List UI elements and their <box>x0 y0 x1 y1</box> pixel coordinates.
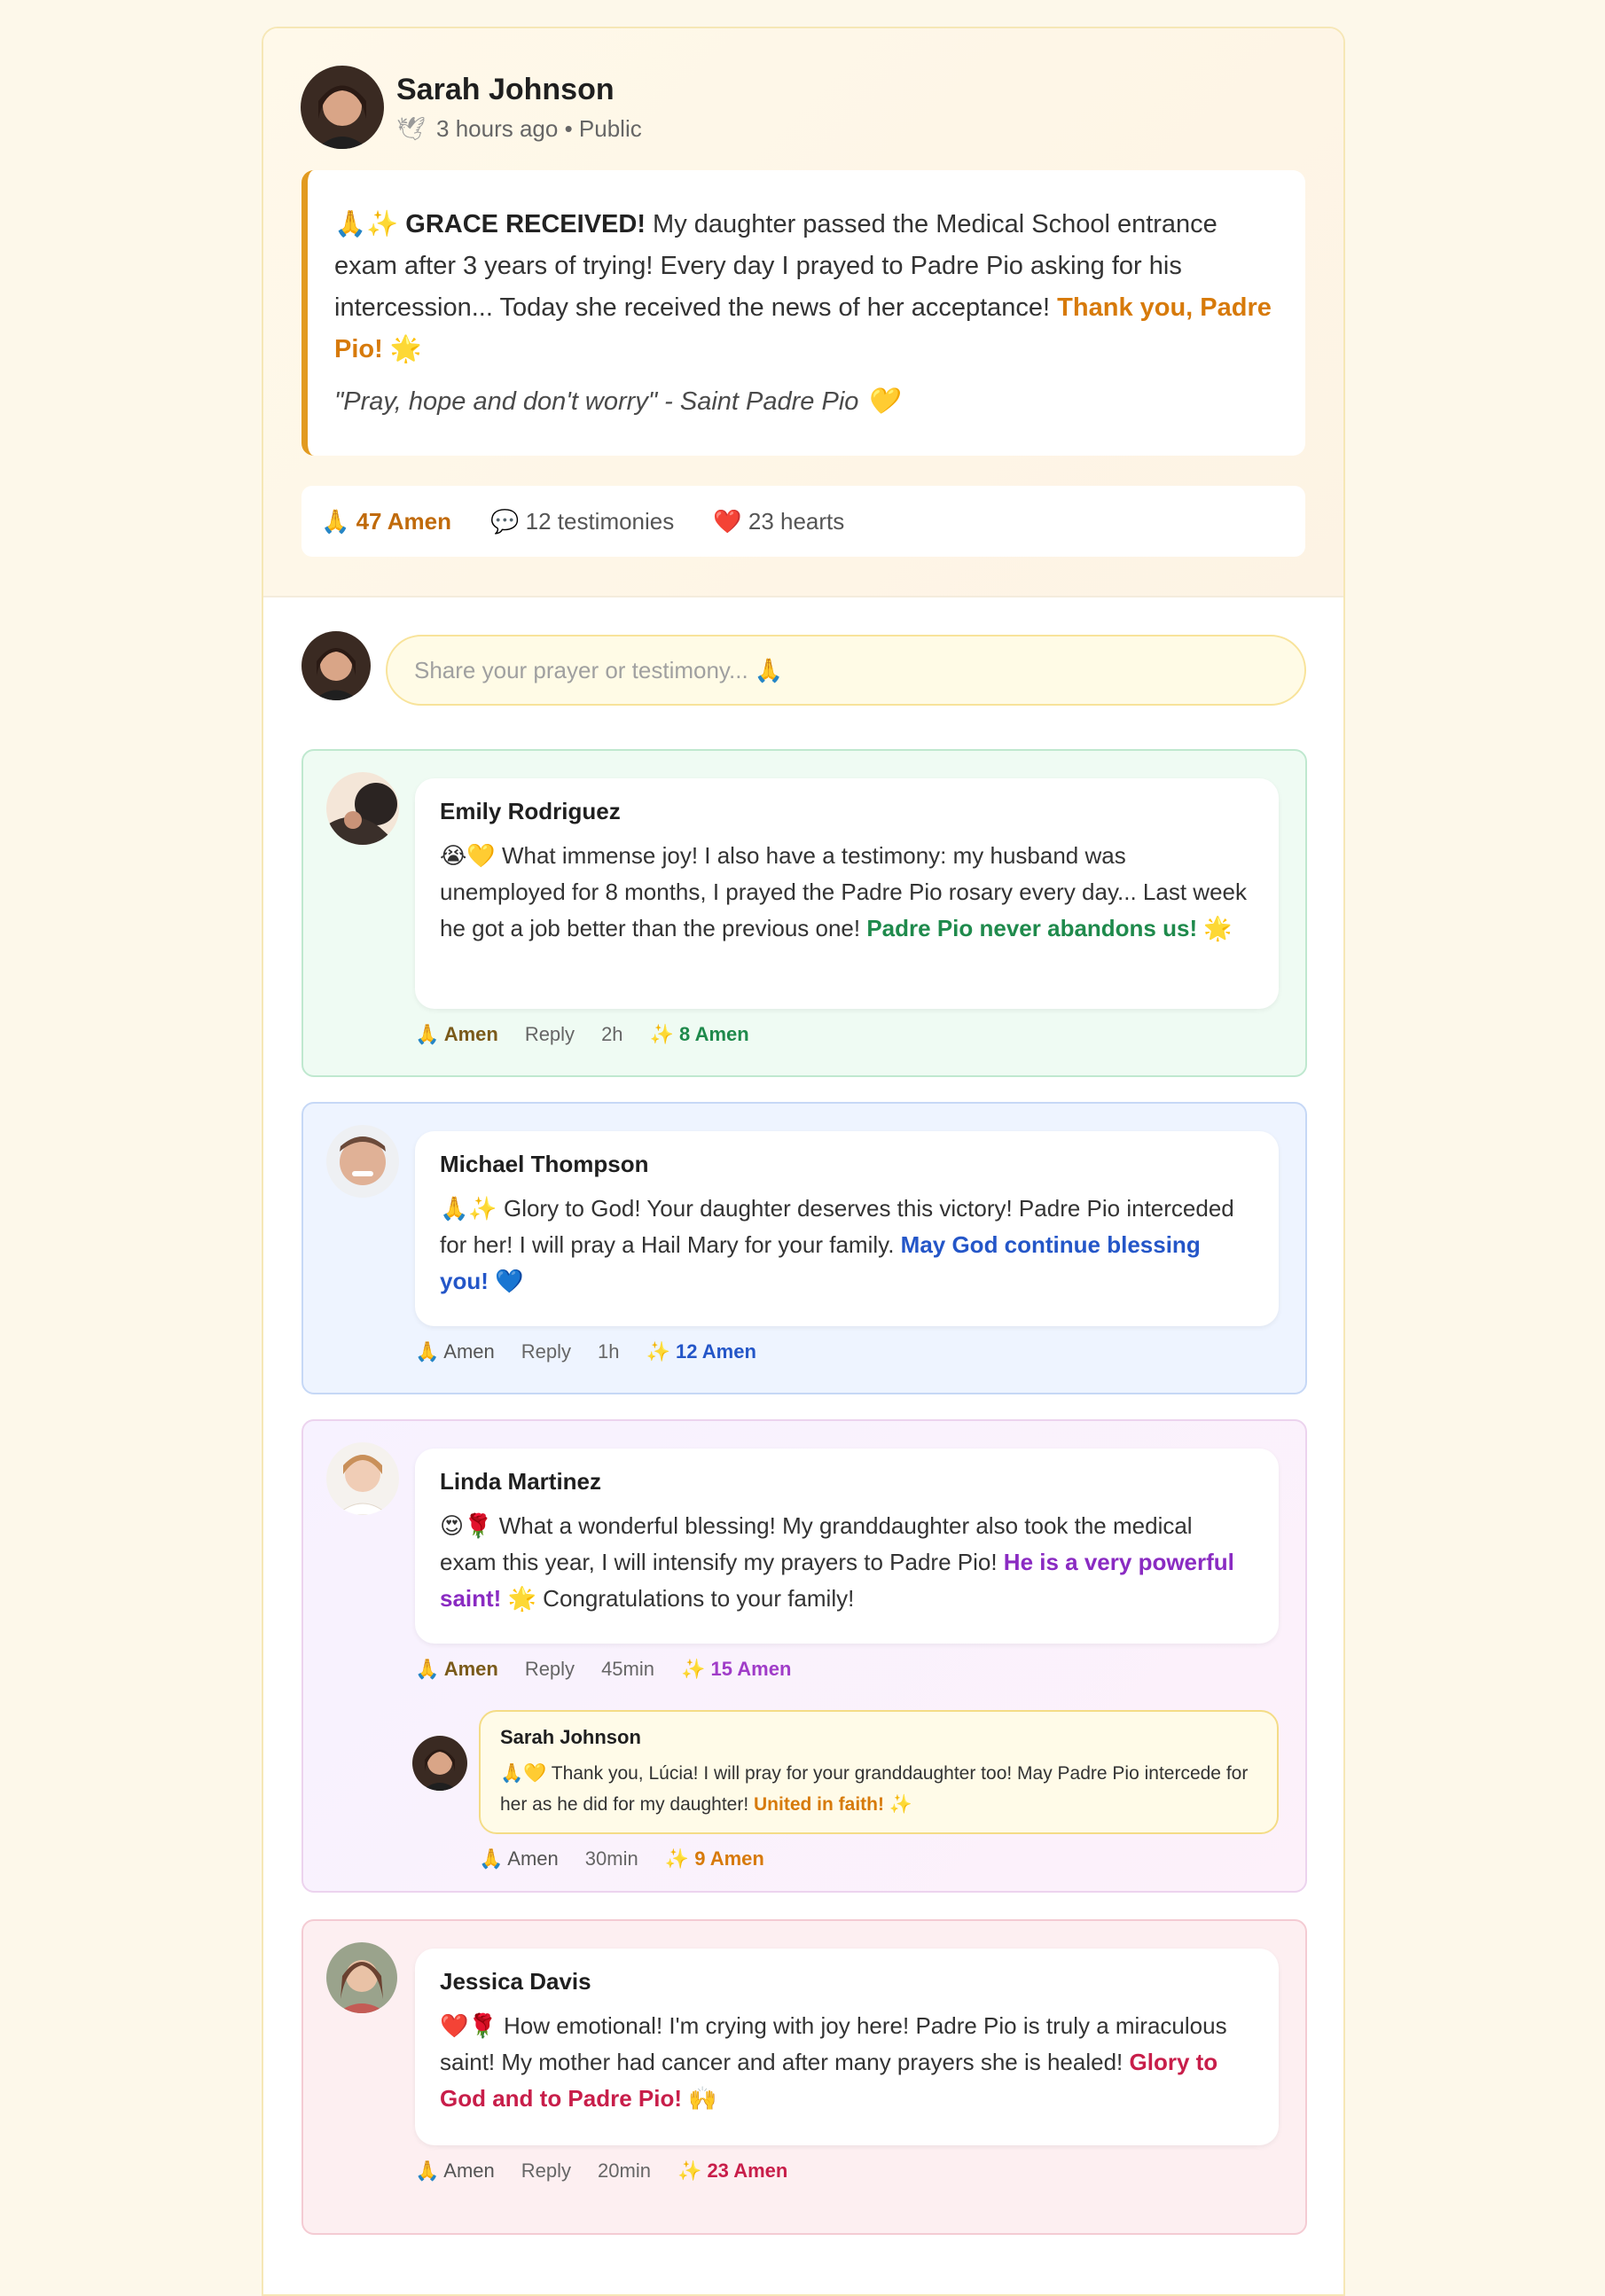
comment-card: Linda Martinez 😍🌹 What a wonderful bless… <box>301 1419 1307 1893</box>
comment-bubble: Emily Rodriguez 😭💛 What immense joy! I a… <box>415 778 1279 1009</box>
reply-button[interactable]: Reply <box>521 2159 571 2183</box>
post-headline: GRACE RECEIVED! <box>405 210 646 238</box>
comment-text: ❤️🌹 How emotional! I'm crying with joy h… <box>440 2012 1227 2112</box>
amen-total: ✨ 15 Amen <box>680 1658 792 1680</box>
post-visibility: Public <box>578 115 642 142</box>
comment-actions: 🙏 Amen Reply 45min ✨ 15 Amen <box>415 1658 791 1681</box>
dove-icon: 🕊 <box>396 115 427 142</box>
reply-button[interactable]: Reply <box>525 1023 575 1046</box>
comment-card: Jessica Davis ❤️🌹 How emotional! I'm cry… <box>301 1919 1307 2235</box>
comment-bubble: Jessica Davis ❤️🌹 How emotional! I'm cry… <box>415 1948 1279 2145</box>
post-stats: 🙏 47 Amen 💬 12 testimonies ❤️ 23 hearts <box>301 486 1305 557</box>
comment-card: Emily Rodriguez 😭💛 What immense joy! I a… <box>301 749 1307 1077</box>
reply-time: 30min <box>584 1847 638 1870</box>
amen-total: ✨ 23 Amen <box>677 2159 788 2182</box>
comment-input[interactable]: Share your prayer or testimony... 🙏 <box>386 635 1306 706</box>
post-text: 🙏✨ GRACE RECEIVED! My daughter passed th… <box>334 210 1272 363</box>
reply-button[interactable]: Reply <box>525 1658 575 1681</box>
author-name[interactable]: Sarah Johnson <box>396 73 615 107</box>
comment-actions: 🙏 Amen Reply 2h ✨ 8 Amen <box>415 1023 749 1046</box>
comment-text: 😍🌹 What a wonderful blessing! My grandda… <box>440 1512 1234 1612</box>
commenter-avatar[interactable] <box>326 1442 399 1515</box>
commenter-name[interactable]: Michael Thompson <box>440 1151 1254 1178</box>
commenter-name[interactable]: Linda Martinez <box>440 1468 1254 1496</box>
comment-card: Michael Thompson 🙏✨ Glory to God! Your d… <box>301 1102 1307 1394</box>
reply-actions: 🙏 Amen 30min ✨ 9 Amen <box>479 1847 764 1870</box>
comment-time: 1h <box>598 1340 620 1363</box>
post-quote: "Pray, hope and don't worry" - Saint Pad… <box>334 387 898 416</box>
reply-text: 🙏💛 Thank you, Lúcia! I will pray for you… <box>500 1763 1249 1815</box>
post-body: 🙏✨ GRACE RECEIVED! My daughter passed th… <box>301 170 1305 456</box>
current-user-avatar <box>301 631 371 700</box>
hearts-count[interactable]: ❤️ 23 hearts <box>713 508 844 535</box>
comment-bubble: Linda Martinez 😍🌹 What a wonderful bless… <box>415 1449 1279 1644</box>
author-avatar[interactable] <box>301 66 384 149</box>
amen-button[interactable]: 🙏 Amen <box>415 2159 495 2183</box>
comment-time: 2h <box>601 1023 623 1045</box>
amen-total: ✨ 8 Amen <box>649 1023 749 1045</box>
post-meta: 🕊 3 hours ago • Public <box>396 115 642 142</box>
commenter-avatar[interactable] <box>326 1942 397 2013</box>
amen-count[interactable]: 🙏 47 Amen <box>321 508 451 535</box>
testimonies-count[interactable]: 💬 12 testimonies <box>490 508 674 535</box>
commenter-name[interactable]: Jessica Davis <box>440 1968 1254 1995</box>
reply-button[interactable]: Reply <box>521 1340 571 1363</box>
commenter-name[interactable]: Emily Rodriguez <box>440 798 1254 825</box>
amen-button[interactable]: 🙏 Amen <box>415 1023 498 1046</box>
reply-avatar[interactable] <box>412 1736 467 1791</box>
comment-bubble: Michael Thompson 🙏✨ Glory to God! Your d… <box>415 1131 1279 1326</box>
comment-text: 🙏✨ Glory to God! Your daughter deserves … <box>440 1195 1234 1294</box>
comment-time: 45min <box>601 1658 654 1680</box>
amen-total: ✨ 9 Amen <box>664 1847 764 1870</box>
comment-actions: 🙏 Amen Reply 1h ✨ 12 Amen <box>415 1340 756 1363</box>
post-time: 3 hours ago <box>436 115 559 142</box>
commenter-avatar[interactable] <box>326 772 399 845</box>
comment-text: 😭💛 What immense joy! I also have a testi… <box>440 842 1247 941</box>
comment-actions: 🙏 Amen Reply 20min ✨ 23 Amen <box>415 2159 787 2183</box>
amen-total: ✨ 12 Amen <box>646 1340 756 1363</box>
reply-bubble: Sarah Johnson 🙏💛 Thank you, Lúcia! I wil… <box>479 1710 1279 1834</box>
amen-button[interactable]: 🙏 Amen <box>415 1658 498 1681</box>
post-header: Sarah Johnson 🕊 3 hours ago • Public 🙏✨ G… <box>263 28 1343 597</box>
amen-button[interactable]: 🙏 Amen <box>479 1847 559 1870</box>
amen-button[interactable]: 🙏 Amen <box>415 1340 495 1363</box>
reply-author[interactable]: Sarah Johnson <box>500 1726 1257 1749</box>
comment-time: 20min <box>598 2159 651 2182</box>
commenter-avatar[interactable] <box>326 1125 399 1198</box>
post-card: Sarah Johnson 🕊 3 hours ago • Public 🙏✨ G… <box>262 27 1345 2296</box>
